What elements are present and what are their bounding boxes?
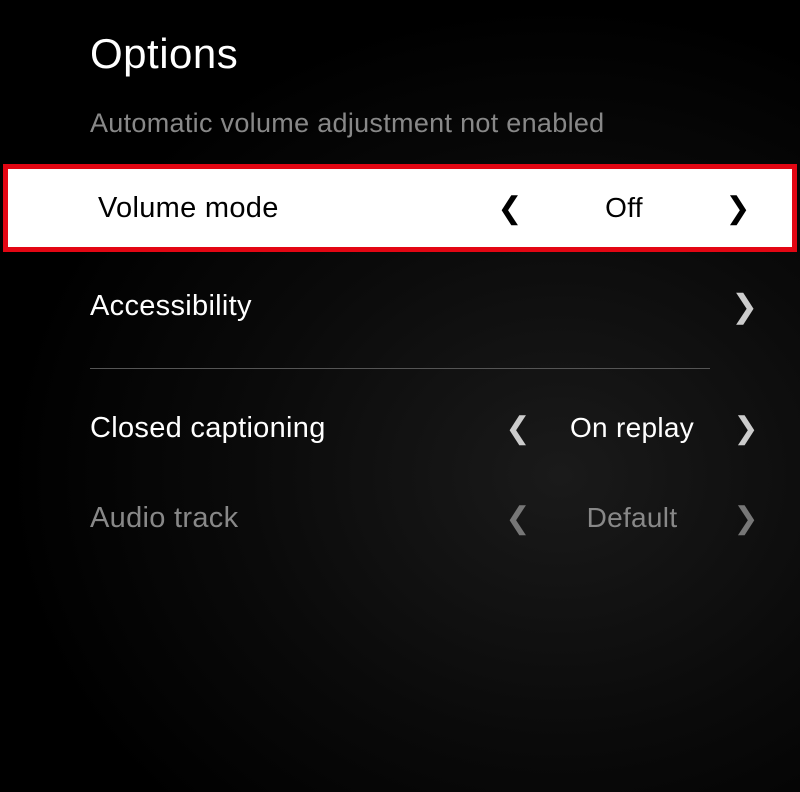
audio-track-row[interactable]: Audio track ❮ Default ❯ (0, 479, 800, 557)
closed-captioning-label: Closed captioning (90, 412, 326, 445)
page-title: Options (0, 20, 800, 98)
accessibility-row[interactable]: Accessibility ❯ (0, 259, 800, 353)
closed-captioning-value: On replay (542, 412, 722, 444)
volume-mode-value: Off (534, 192, 714, 224)
options-panel: Options Automatic volume adjustment not … (0, 0, 800, 577)
chevron-left-icon[interactable]: ❮ (494, 411, 542, 446)
accessibility-label: Accessibility (90, 290, 722, 323)
chevron-right-icon[interactable]: ❯ (722, 411, 770, 446)
volume-mode-label: Volume mode (98, 192, 279, 225)
closed-captioning-row[interactable]: Closed captioning ❮ On replay ❯ (0, 389, 800, 467)
chevron-right-icon[interactable]: ❯ (714, 191, 762, 226)
volume-mode-selector: ❮ Off ❯ (486, 191, 762, 226)
closed-captioning-selector: ❮ On replay ❯ (494, 411, 770, 446)
volume-mode-row[interactable]: Volume mode ❮ Off ❯ (8, 169, 792, 247)
audio-track-selector: ❮ Default ❯ (494, 501, 770, 536)
subtitle-text: Automatic volume adjustment not enabled (0, 98, 800, 169)
chevron-left-icon[interactable]: ❮ (494, 501, 542, 536)
audio-track-label: Audio track (90, 502, 238, 535)
divider (90, 368, 710, 369)
chevron-left-icon[interactable]: ❮ (486, 191, 534, 226)
audio-track-value: Default (542, 502, 722, 534)
chevron-right-icon[interactable]: ❯ (722, 501, 770, 536)
chevron-right-icon: ❯ (722, 287, 770, 325)
